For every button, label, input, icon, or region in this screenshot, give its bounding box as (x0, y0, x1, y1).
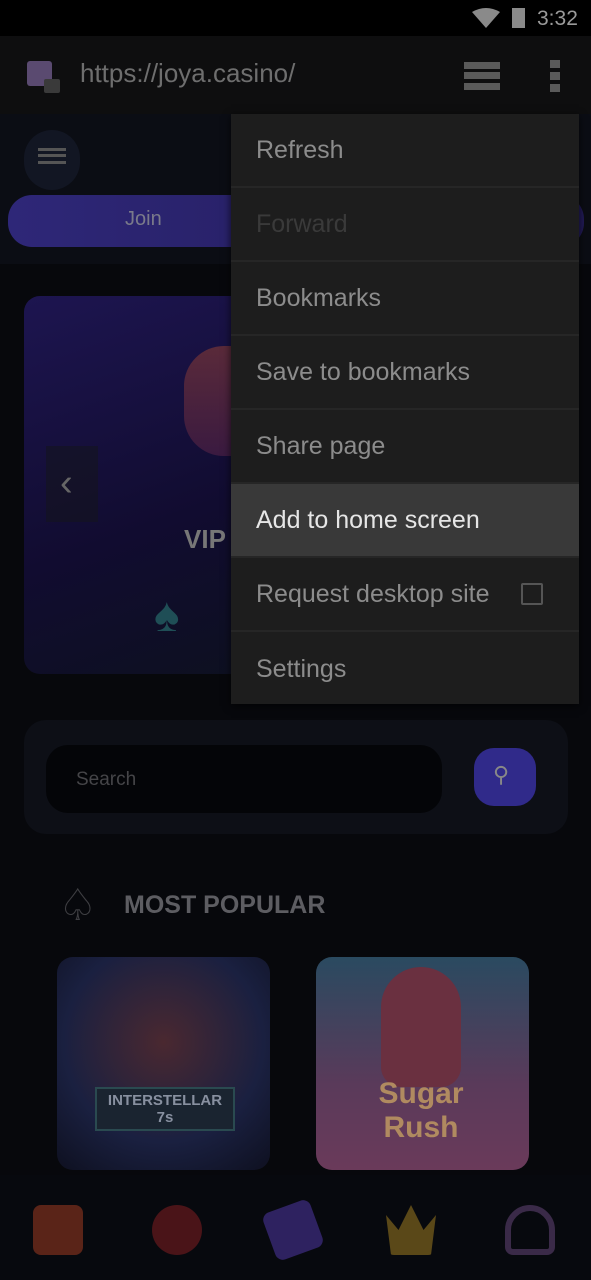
search-input[interactable]: Search (46, 745, 442, 813)
lock-icon (44, 79, 60, 93)
status-bar: 3:32 (0, 0, 591, 36)
search-panel: Search ⚲ (24, 720, 568, 834)
gift-icon[interactable] (33, 1205, 83, 1255)
menu-item-add-to-home-screen[interactable]: Add to home screen (231, 484, 579, 558)
menu-item-label: Forward (256, 209, 348, 238)
search-icon: ⚲ (493, 762, 510, 787)
hamburger-menu-icon[interactable] (24, 130, 80, 190)
menu-item-save-to-bookmarks[interactable]: Save to bookmarks (231, 336, 579, 410)
battery-icon (512, 8, 525, 28)
headset-icon[interactable] (505, 1205, 555, 1255)
menu-item-label: Refresh (256, 135, 344, 164)
spade-logo-icon: ♠ (154, 589, 180, 642)
gumball-graphic (381, 967, 461, 1087)
game-title: Sugar Rush (378, 1077, 464, 1144)
menu-item-bookmarks[interactable]: Bookmarks (231, 262, 579, 336)
desktop-site-checkbox[interactable] (521, 583, 543, 605)
menu-item-share-page[interactable]: Share page (231, 410, 579, 484)
more-vert-icon[interactable] (550, 60, 560, 92)
join-label: Join (125, 208, 162, 230)
cherry-icon[interactable] (152, 1205, 202, 1255)
menu-item-label: Add to home screen (256, 505, 480, 534)
url-field[interactable]: https://joya.casino/ (80, 58, 295, 89)
wifi-icon (472, 8, 500, 28)
spade-section-icon: ♤ (58, 881, 98, 930)
banner-text: VIP (184, 524, 226, 554)
menu-item-label: Save to bookmarks (256, 357, 470, 386)
game-tile-interstellar[interactable]: INTERSTELLAR 7s (57, 957, 270, 1170)
clock: 3:32 (537, 7, 578, 30)
promo-banner[interactable]: ‹ VIP ♠ (24, 296, 254, 674)
menu-item-label: Settings (256, 654, 347, 683)
menu-item-label: Request desktop site (256, 579, 490, 608)
game-title: INTERSTELLAR 7s (95, 1087, 235, 1131)
menu-item-request-desktop-site[interactable]: Request desktop site (231, 558, 579, 632)
search-button[interactable]: ⚲ (474, 748, 536, 806)
tabs-icon[interactable] (464, 62, 500, 90)
menu-item-label: Share page (256, 431, 386, 460)
section-title: MOST POPULAR (124, 891, 326, 919)
browser-overflow-menu: Refresh Forward Bookmarks Save to bookma… (231, 114, 579, 704)
menu-item-settings[interactable]: Settings (231, 632, 579, 706)
menu-item-refresh[interactable]: Refresh (231, 114, 579, 188)
search-placeholder: Search (76, 769, 137, 790)
menu-item-forward: Forward (231, 188, 579, 262)
menu-item-label: Bookmarks (256, 283, 382, 312)
game-tile-sugar-rush[interactable]: Sugar Rush (316, 957, 529, 1170)
carousel-prev-button[interactable]: ‹ (46, 446, 98, 522)
